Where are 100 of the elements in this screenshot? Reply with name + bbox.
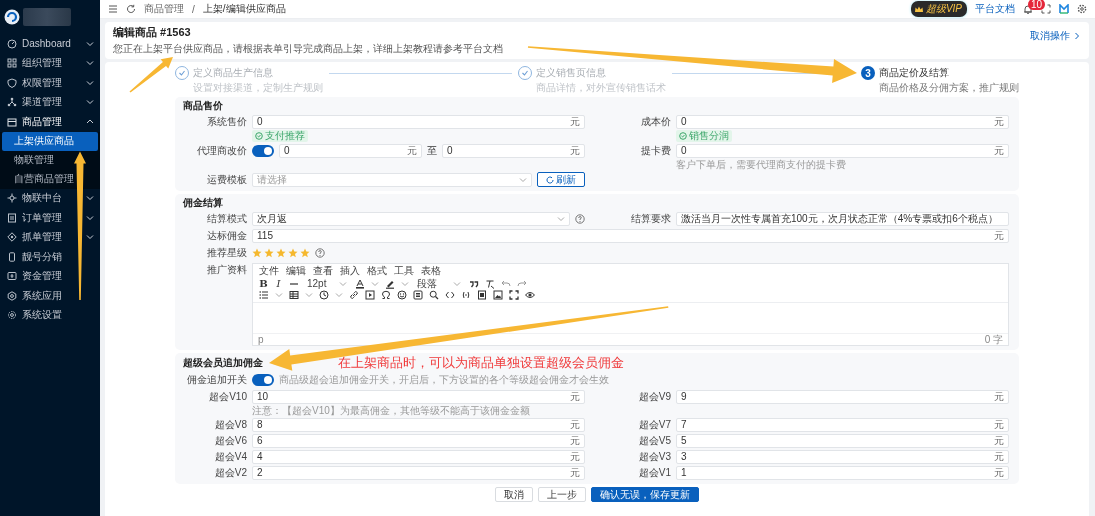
caret-down-icon [401, 279, 409, 288]
sidebar-subitem[interactable]: 物联管理 [2, 150, 98, 170]
sidebar-item[interactable]: 商品管理 [0, 112, 100, 132]
input-field[interactable]: 0 元 [676, 115, 1009, 129]
phone-icon [7, 251, 17, 262]
unit-label: 元 [994, 451, 1004, 463]
refresh-button[interactable]: 刷新 [537, 172, 585, 187]
check-circle-icon [679, 132, 687, 140]
editor-menu-item[interactable]: 文件 [259, 265, 279, 276]
sidebar-item[interactable]: 订单管理 [0, 208, 100, 228]
search-icon[interactable] [429, 290, 439, 300]
caret-down-icon [453, 279, 461, 288]
wallet-icon [7, 271, 17, 282]
input-field[interactable]: 7 元 [676, 418, 1009, 432]
highlight-icon[interactable] [385, 278, 395, 289]
breadcrumb-link[interactable]: 商品管理 [144, 2, 184, 16]
toggle-switch[interactable] [252, 145, 274, 157]
table-icon[interactable] [289, 290, 299, 300]
sidebar-item[interactable]: 渠道管理 [0, 92, 100, 112]
action-button[interactable]: 取消 [495, 487, 533, 502]
field-label: 超会V6 [213, 434, 247, 448]
block-format-select[interactable]: 段落 [415, 277, 463, 290]
editor-menu-item[interactable]: 格式 [367, 265, 387, 276]
tag-label: 销售分润 [689, 130, 729, 142]
input-field[interactable]: 6 元 [252, 434, 585, 448]
step-title: 商品定价及结算 [879, 66, 950, 80]
input-field[interactable]: 8 元 [252, 418, 585, 432]
star-filled-icon [252, 248, 262, 258]
breadcrumb-separator: / [192, 3, 195, 15]
field-label: 达标佣金 [206, 229, 247, 243]
app-logo-icon[interactable] [1059, 4, 1069, 14]
unit-label: 元 [994, 435, 1004, 447]
input-field[interactable]: 0 元 [252, 115, 585, 129]
sidebar-item[interactable]: 组织管理 [0, 53, 100, 73]
hub-icon [7, 193, 17, 204]
fullscreen-icon[interactable] [1041, 4, 1051, 14]
page-break-icon[interactable] [477, 290, 487, 300]
cancel-link[interactable]: 取消操作 [1030, 29, 1081, 43]
list-icon[interactable] [259, 290, 269, 300]
editor-menu-item[interactable]: 插入 [340, 265, 360, 276]
docs-link[interactable]: 平台文档 [975, 2, 1015, 16]
sidebar-item[interactable]: 物联中台 [0, 188, 100, 208]
clock-icon[interactable] [319, 290, 329, 300]
diamond-icon [7, 232, 17, 243]
font-size-select[interactable]: 12pt [305, 277, 349, 290]
settings-icon[interactable] [1077, 4, 1087, 14]
unit-label: 元 [994, 230, 1004, 242]
input-field[interactable]: 10 元 [252, 390, 585, 404]
input-field[interactable]: 0 元 [279, 144, 422, 158]
sidebar-subitem[interactable]: 自营商品管理 [2, 169, 98, 189]
code-icon[interactable] [445, 290, 455, 300]
chevron-down-icon [86, 233, 94, 242]
image-icon[interactable] [493, 290, 503, 300]
quote-icon[interactable] [469, 278, 479, 289]
template-icon[interactable] [413, 290, 423, 300]
fullscreen-icon[interactable] [509, 290, 519, 300]
editor-menu-item[interactable]: 编辑 [286, 265, 306, 276]
clear-format-icon[interactable] [485, 278, 495, 289]
input-field[interactable]: 激活当月一次性专属首充100元，次月状态正常（4%专票或扣6个税点） [676, 212, 1009, 226]
caret-down-icon [371, 279, 379, 288]
input-field[interactable]: 0 元 [676, 144, 1009, 158]
link-icon[interactable] [349, 290, 359, 300]
input-field[interactable]: 4 元 [252, 450, 585, 464]
sidebar-item[interactable]: 权限管理 [0, 73, 100, 93]
sidebar-item[interactable]: 抓单管理 [0, 227, 100, 247]
input-field[interactable]: 0 元 [442, 144, 585, 158]
input-field[interactable]: 1 元 [676, 466, 1009, 480]
special-character-icon[interactable] [381, 290, 391, 300]
sidebar-subitem[interactable]: 上架供应商品 [2, 131, 98, 151]
save-button[interactable]: 确认无误，保存更新 [591, 487, 699, 502]
field-label: 超会V10 [208, 390, 247, 404]
emoji-icon[interactable] [397, 290, 407, 300]
editor-menu-item[interactable]: 工具 [394, 265, 414, 276]
refresh-icon[interactable] [126, 4, 136, 14]
input-field[interactable]: 115 元 [252, 229, 1009, 243]
input-field[interactable]: 9 元 [676, 390, 1009, 404]
preview-icon[interactable] [525, 290, 535, 300]
sidebar-item[interactable]: 资金管理 [0, 266, 100, 286]
sidebar-item[interactable]: 系统设置 [0, 305, 100, 325]
bell-icon[interactable] [1023, 4, 1033, 14]
sidebar-item[interactable]: Dashboard [0, 34, 100, 54]
field-label: 推广资料 [206, 263, 247, 277]
editor-menu-item[interactable]: 表格 [421, 265, 441, 276]
code-sample-icon[interactable] [461, 290, 471, 300]
input-field[interactable]: 2 元 [252, 466, 585, 480]
media-icon[interactable] [365, 290, 375, 300]
bold-button[interactable]: B [259, 278, 268, 289]
toggle-switch[interactable] [252, 374, 274, 386]
select-field[interactable]: 次月返 [252, 212, 570, 226]
editor-menu-item[interactable]: 查看 [313, 265, 333, 276]
sidebar-item[interactable]: 系统应用 [0, 286, 100, 306]
input-field[interactable]: 5 元 [676, 434, 1009, 448]
input-field[interactable]: 3 元 [676, 450, 1009, 464]
action-button[interactable]: 上一步 [538, 487, 586, 502]
sidebar-item[interactable]: 靓号分销 [0, 247, 100, 267]
italic-button[interactable]: I [274, 278, 283, 289]
text-color-icon[interactable] [355, 278, 365, 289]
field-label: 超会V1 [637, 466, 671, 480]
field-hint: 商品级超会追加佣金开关，开启后，下方设置的各个等级超会佣金才会生效 [279, 373, 609, 387]
field-label: 系统售价 [206, 115, 247, 129]
